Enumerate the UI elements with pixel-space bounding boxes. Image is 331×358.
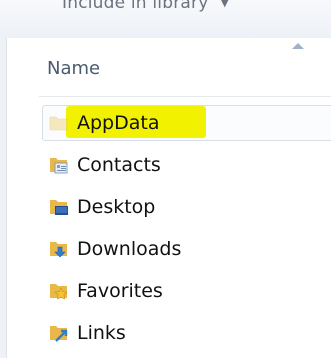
file-label: Favorites xyxy=(77,280,163,302)
include-in-library-label: Include in library xyxy=(62,0,209,13)
file-label: AppData xyxy=(77,112,160,134)
header-divider xyxy=(39,96,331,97)
column-header-row: Name xyxy=(7,38,331,100)
toolbar: Include in library ▼ xyxy=(0,0,331,39)
file-list: AppData Contacts Desktop Downloads Favor… xyxy=(40,102,331,354)
hidden-folder-icon xyxy=(49,116,68,131)
file-label: Desktop xyxy=(77,196,156,218)
explorer-window: Include in library ▼ Name AppData Contac… xyxy=(0,0,331,358)
list-item-desktop[interactable]: Desktop xyxy=(40,186,331,228)
chevron-down-icon: ▼ xyxy=(220,0,230,9)
list-item-contacts[interactable]: Contacts xyxy=(40,144,331,186)
file-label: Contacts xyxy=(77,154,161,176)
file-label: Downloads xyxy=(77,238,182,260)
desktop-folder-icon xyxy=(50,200,68,215)
column-header-name[interactable]: Name xyxy=(47,58,100,79)
file-label: Links xyxy=(77,322,126,344)
sort-up-icon xyxy=(292,43,304,49)
list-item-appdata[interactable]: AppData xyxy=(40,102,331,144)
include-in-library-button[interactable]: Include in library ▼ xyxy=(62,0,229,13)
downloads-folder-icon xyxy=(50,242,67,258)
list-item-favorites[interactable]: Favorites xyxy=(40,270,331,312)
list-item-links[interactable]: Links xyxy=(40,312,331,354)
favorites-folder-icon xyxy=(50,284,68,300)
contacts-folder-icon xyxy=(50,158,68,174)
links-folder-icon xyxy=(50,326,68,342)
pane-border xyxy=(0,38,7,358)
list-item-downloads[interactable]: Downloads xyxy=(40,228,331,270)
